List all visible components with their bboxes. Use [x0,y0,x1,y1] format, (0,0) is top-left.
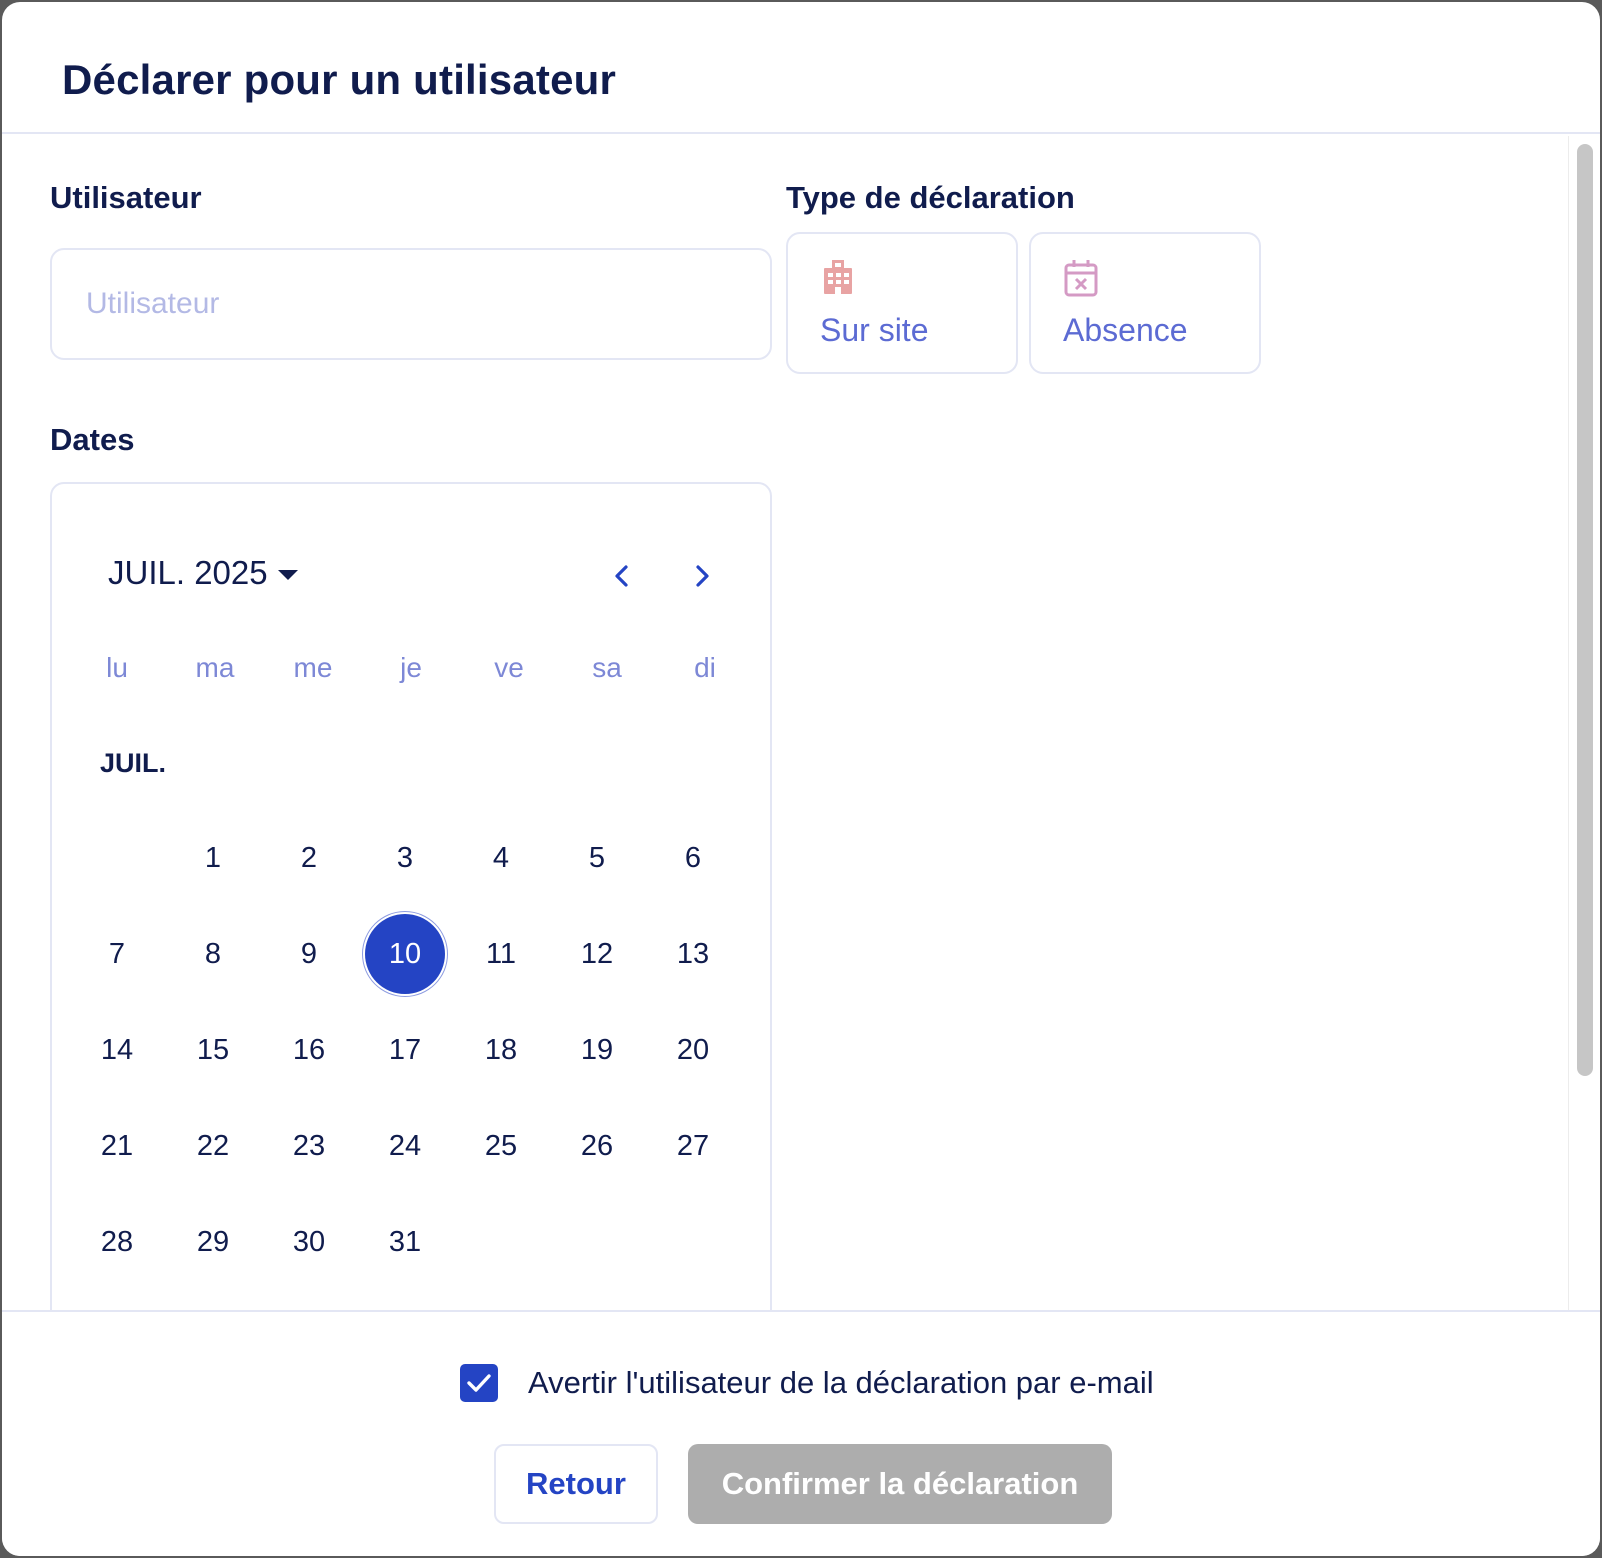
day-cell[interactable]: 20 [650,1007,736,1093]
weekday-label: ma [195,652,235,683]
checkmark-icon [467,1374,491,1392]
day-cell[interactable]: 16 [266,1007,352,1093]
day-cell[interactable]: 9 [266,911,352,997]
day-cell[interactable]: 2 [266,815,352,901]
chevron-left-icon [615,565,628,587]
back-button[interactable]: Retour [494,1444,658,1524]
day-cell[interactable]: 22 [170,1103,256,1189]
day-cell[interactable]: 26 [554,1103,640,1189]
dialog-header: Déclarer pour un utilisateur [2,2,1600,134]
type-option-sur-site[interactable]: Sur site [786,232,1018,374]
weekday-label: di [694,652,716,683]
declare-dialog: Déclarer pour un utilisateur Utilisateur… [2,2,1600,1556]
notify-option: Avertir l'utilisateur de la déclaration … [460,1364,1154,1402]
scrollbar-thumb[interactable] [1577,144,1593,1076]
chevron-right-icon [696,565,709,587]
day-cell[interactable]: 19 [554,1007,640,1093]
weekday-label: lu [106,652,128,683]
day-cell[interactable]: 5 [554,815,640,901]
day-cell[interactable]: 3 [362,815,448,901]
type-option-label: Sur site [820,312,929,348]
user-label: Utilisateur [50,180,202,215]
weekday-label: ve [494,652,524,683]
day-cell-selected[interactable]: 10 [365,914,445,994]
weekday-header: lu ma me je ve sa di [68,652,754,692]
day-cell[interactable]: 21 [74,1103,160,1189]
previous-month-button[interactable] [602,556,642,596]
dates-label: Dates [50,422,135,457]
day-cell[interactable]: 17 [362,1007,448,1093]
dialog-footer: Avertir l'utilisateur de la déclaration … [2,1310,1600,1556]
confirm-declaration-button[interactable]: Confirmer la déclaration [688,1444,1112,1524]
day-cell[interactable]: 6 [650,815,736,901]
day-cell[interactable]: 8 [170,911,256,997]
day-cell[interactable]: 15 [170,1007,256,1093]
month-year-select[interactable]: JUIL. 2025 [108,554,298,592]
day-cell[interactable]: 14 [74,1007,160,1093]
day-cell[interactable]: 24 [362,1103,448,1189]
day-cell[interactable]: 25 [458,1103,544,1189]
day-cell[interactable]: 12 [554,911,640,997]
scrollbar[interactable] [1568,136,1600,1310]
day-cell[interactable]: 18 [458,1007,544,1093]
day-cell[interactable]: 27 [650,1103,736,1189]
day-cell[interactable]: 13 [650,911,736,997]
type-option-absence[interactable]: Absence [1029,232,1261,374]
day-cell[interactable]: 1 [170,815,256,901]
day-cell[interactable]: 29 [170,1199,256,1285]
declaration-type-label: Type de déclaration [786,180,1075,215]
weekday-label: me [293,652,333,683]
user-input[interactable] [50,248,772,360]
day-cell[interactable]: 7 [74,911,160,997]
day-cell[interactable]: 23 [266,1103,352,1189]
dialog-title: Déclarer pour un utilisateur [62,56,617,103]
day-cell[interactable]: 31 [362,1199,448,1285]
month-year-label: JUIL. 2025 [108,554,268,591]
building-icon [824,260,852,294]
day-cell[interactable]: 30 [266,1199,352,1285]
day-cell[interactable]: 11 [458,911,544,997]
month-section-label: JUIL. [100,748,167,778]
day-cell[interactable]: 4 [458,815,544,901]
day-cell[interactable]: 28 [74,1199,160,1285]
date-picker: JUIL. 2025 lu ma me je ve sa di JUIL. 1 … [50,482,772,1310]
dialog-content: Utilisateur Type de déclaration Sur site [2,136,1600,1310]
weekday-label: je [400,652,422,683]
next-month-button[interactable] [682,556,722,596]
notify-label: Avertir l'utilisateur de la déclaration … [528,1365,1154,1400]
weekday-label: sa [592,652,622,683]
type-option-label: Absence [1063,312,1188,348]
calendar-x-icon [1064,260,1098,297]
notify-checkbox[interactable] [460,1364,498,1402]
caret-down-icon [277,570,298,580]
